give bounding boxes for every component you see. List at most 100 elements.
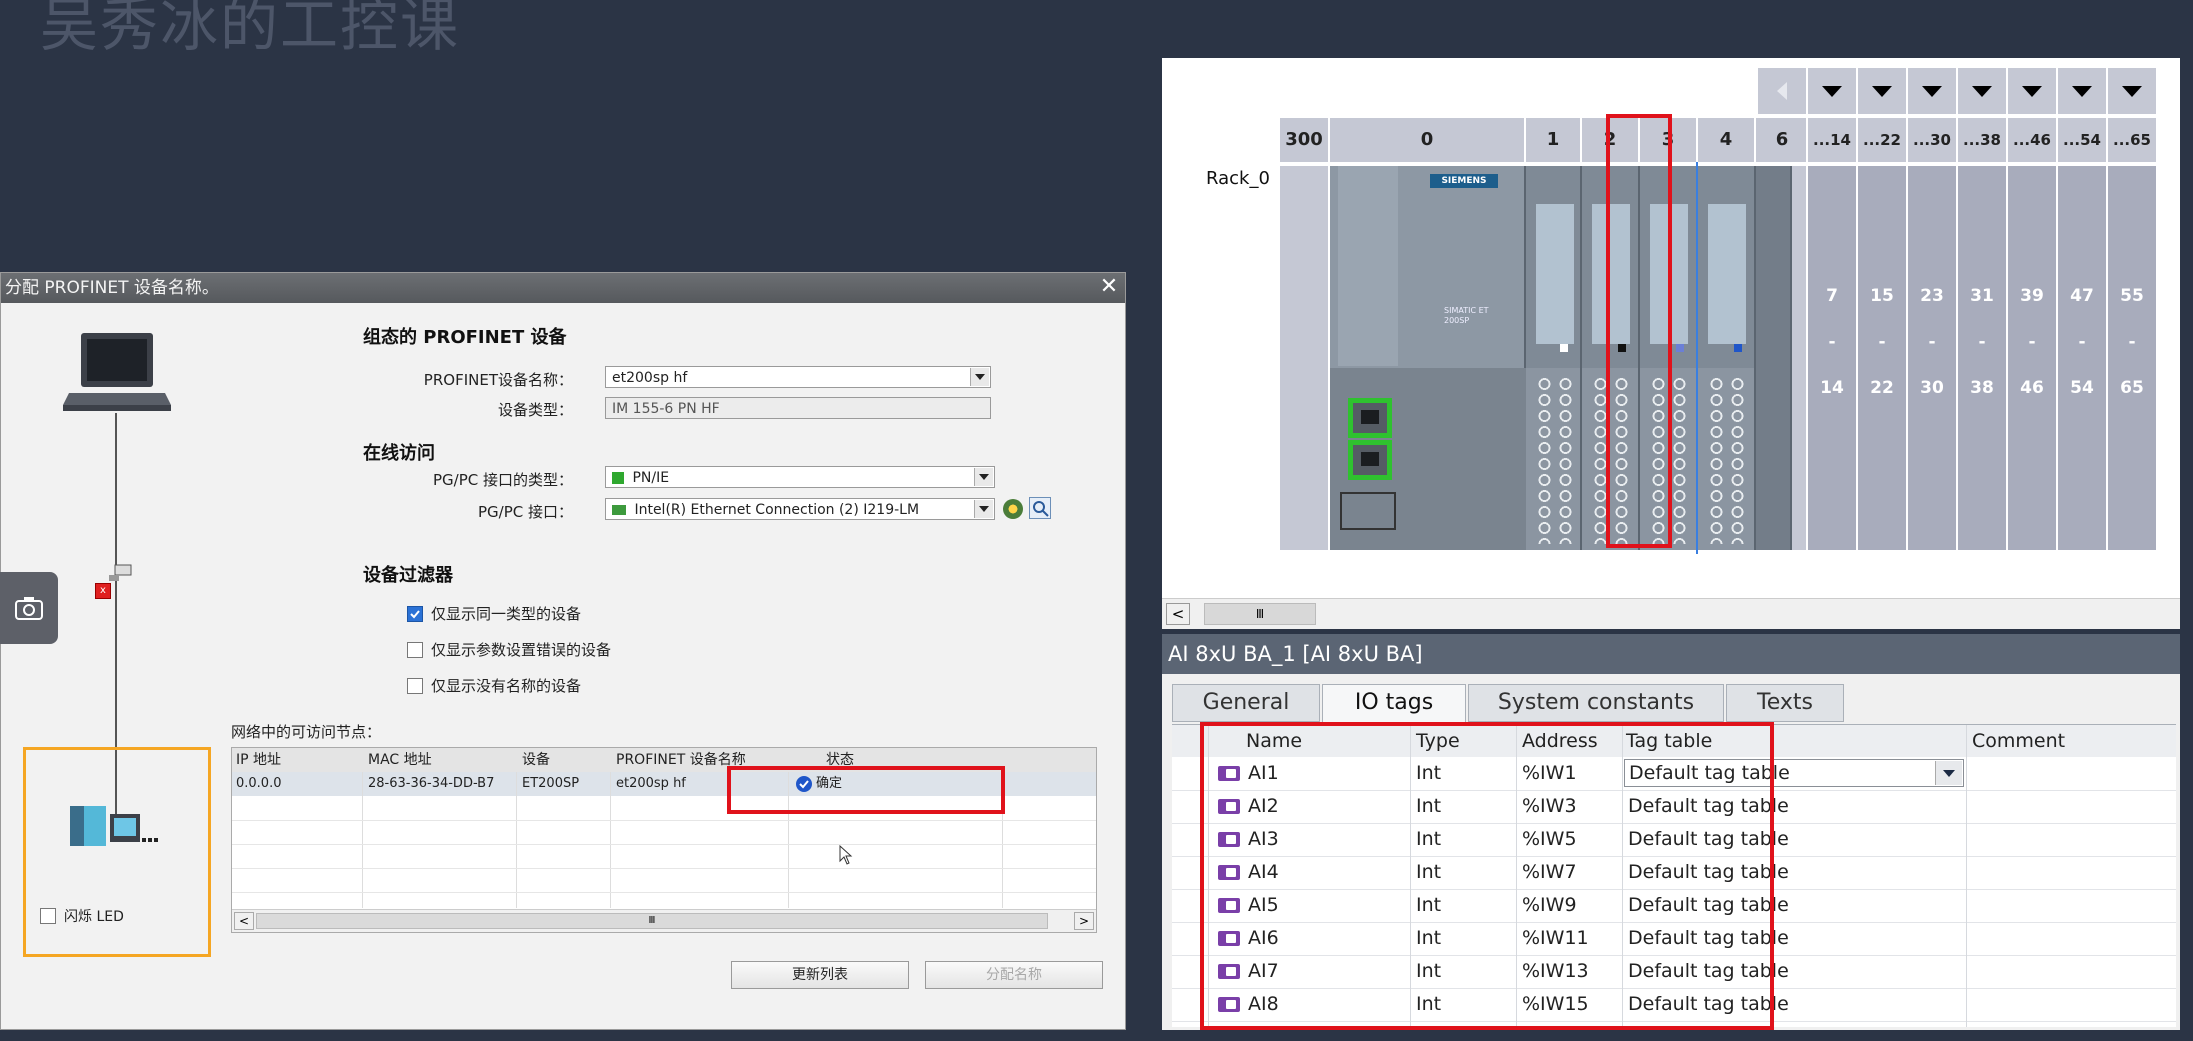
scroll-thumb[interactable]: Ⅲ — [1204, 603, 1316, 625]
tag-name[interactable]: AI5 — [1248, 889, 1279, 921]
scroll-left-icon[interactable]: < — [1166, 603, 1190, 625]
slot-header[interactable]: 1 — [1526, 118, 1582, 162]
tag-name[interactable]: AI4 — [1248, 856, 1279, 888]
properties-icon[interactable] — [1003, 499, 1023, 519]
tag-name[interactable]: AI3 — [1248, 823, 1279, 855]
tag-address[interactable]: %IW9 — [1522, 889, 1577, 921]
tag-address[interactable]: %IW13 — [1522, 955, 1589, 987]
pgpc-type-select[interactable]: PN/IE — [605, 466, 995, 488]
tag-address[interactable]: %IW1 — [1522, 757, 1577, 789]
slot-header[interactable]: ...46 — [2008, 118, 2058, 162]
empty-slot-group[interactable]: 39-46 — [2008, 166, 2058, 550]
tab-general[interactable]: General — [1172, 684, 1320, 722]
tag-table-value[interactable]: Default tag table — [1628, 823, 1789, 855]
filter-same-type-row[interactable]: 仅显示同一类型的设备 — [407, 603, 581, 624]
rack-horizontal-scrollbar[interactable]: < Ⅲ — [1162, 598, 2180, 629]
table-row[interactable]: AI5 Int %IW9 Default tag table — [1172, 889, 2176, 923]
slot-header[interactable]: 2 — [1582, 118, 1640, 162]
slot-header[interactable]: 0 — [1330, 118, 1526, 162]
nodes-horizontal-scrollbar[interactable]: < Ⅲ > — [232, 909, 1096, 932]
slot-header[interactable]: 4 — [1698, 118, 1756, 162]
empty-slot-group[interactable]: 15-22 — [1858, 166, 1908, 550]
device-name-field[interactable]: et200sp hf — [605, 366, 991, 388]
tag-address[interactable]: %IW11 — [1522, 922, 1589, 954]
expand-slot-button[interactable] — [1858, 68, 1908, 114]
tag-address[interactable]: %IW5 — [1522, 823, 1577, 855]
empty-slot-group[interactable]: 31-38 — [1958, 166, 2008, 550]
tag-type[interactable]: Int — [1416, 757, 1441, 789]
filter-no-name-checkbox[interactable] — [407, 677, 423, 694]
search-icon[interactable] — [1029, 497, 1051, 519]
filter-param-error-checkbox[interactable] — [407, 641, 423, 658]
tag-name[interactable]: AI2 — [1248, 790, 1279, 822]
tag-table-value[interactable]: Default tag table — [1628, 955, 1789, 987]
flash-led-checkbox-row[interactable]: 闪烁 LED — [40, 906, 124, 926]
table-row[interactable]: AI2 Int %IW3 Default tag table — [1172, 790, 2176, 824]
tag-table-value[interactable]: Default tag table — [1628, 988, 1789, 1020]
table-row[interactable]: AI3 Int %IW5 Default tag table — [1172, 823, 2176, 857]
close-icon[interactable]: ✕ — [1097, 275, 1121, 299]
slot-header[interactable]: ...65 — [2108, 118, 2158, 162]
tag-name[interactable]: AI6 — [1248, 922, 1279, 954]
tag-type[interactable]: Int — [1416, 889, 1441, 921]
scroll-right-icon[interactable]: > — [1074, 912, 1094, 930]
slot-header[interactable]: 6 — [1758, 118, 1808, 162]
scroll-thumb[interactable]: Ⅲ — [256, 913, 1048, 929]
tag-type[interactable]: Int — [1416, 988, 1441, 1020]
chevron-down-icon[interactable] — [970, 368, 989, 386]
tab-system-constants[interactable]: System constants — [1468, 684, 1724, 722]
tag-name[interactable]: AI8 — [1248, 988, 1279, 1020]
slot-header[interactable]: ...54 — [2058, 118, 2108, 162]
rack-scroll-left-button[interactable] — [1758, 68, 1808, 114]
tag-name[interactable]: AI1 — [1248, 757, 1279, 789]
io-module-slot-1[interactable] — [1526, 166, 1582, 550]
empty-slot-group[interactable]: 55-65 — [2108, 166, 2158, 550]
table-row[interactable]: AI7 Int %IW13 Default tag table — [1172, 955, 2176, 989]
expand-slot-button[interactable] — [2108, 68, 2158, 114]
tag-table-select[interactable]: Default tag table — [1624, 759, 1964, 787]
expand-slot-button[interactable] — [2008, 68, 2058, 114]
io-module-slot-2[interactable] — [1582, 166, 1640, 550]
camera-button[interactable] — [0, 572, 58, 644]
slot-header[interactable]: 3 — [1640, 118, 1698, 162]
table-row[interactable]: AI4 Int %IW7 Default tag table — [1172, 856, 2176, 890]
table-row[interactable]: AI1 Int %IW1 Default tag table — [1172, 757, 2176, 791]
slot-header[interactable]: ...14 — [1808, 118, 1858, 162]
tag-address[interactable]: %IW15 — [1522, 988, 1589, 1020]
empty-slot-group[interactable]: 47-54 — [2058, 166, 2108, 550]
filter-no-name-row[interactable]: 仅显示没有名称的设备 — [407, 675, 581, 696]
tag-name[interactable]: AI7 — [1248, 955, 1279, 987]
tag-type[interactable]: Int — [1416, 922, 1441, 954]
chevron-down-icon[interactable] — [974, 468, 993, 486]
slot-300-rail[interactable] — [1280, 166, 1330, 550]
io-module-slot-3-ai-8xu[interactable] — [1640, 162, 1698, 554]
tag-type[interactable]: Int — [1416, 790, 1441, 822]
tag-type[interactable]: Int — [1416, 955, 1441, 987]
pgpc-iface-select[interactable]: Intel(R) Ethernet Connection (2) I219-LM — [605, 498, 995, 520]
assign-name-button[interactable]: 分配名称 — [925, 961, 1103, 989]
slot-header[interactable]: 300 — [1280, 118, 1330, 162]
interface-module[interactable]: SIEMENS SIMATIC ET 200SP — [1330, 166, 1526, 550]
expand-slot-button[interactable] — [2058, 68, 2108, 114]
expand-slot-button[interactable] — [1908, 68, 1958, 114]
slot-header[interactable]: ...38 — [1958, 118, 2008, 162]
table-row[interactable]: AI6 Int %IW11 Default tag table — [1172, 922, 2176, 956]
filter-param-error-row[interactable]: 仅显示参数设置错误的设备 — [407, 639, 611, 660]
tab-io-tags[interactable]: IO tags — [1322, 684, 1466, 722]
tag-table-value[interactable]: Default tag table — [1628, 856, 1789, 888]
empty-slot-group[interactable]: 7-14 — [1808, 166, 1858, 550]
server-module-slot-5[interactable] — [1756, 166, 1792, 550]
tag-address[interactable]: %IW3 — [1522, 790, 1577, 822]
chevron-down-icon[interactable] — [1935, 761, 1962, 785]
expand-slot-button[interactable] — [1808, 68, 1858, 114]
tag-table-value[interactable]: Default tag table — [1628, 790, 1789, 822]
tag-address[interactable]: %IW7 — [1522, 856, 1577, 888]
refresh-list-button[interactable]: 更新列表 — [731, 961, 909, 989]
chevron-down-icon[interactable] — [974, 500, 993, 518]
slot-6-empty[interactable] — [1792, 166, 1808, 550]
slot-header[interactable]: ...30 — [1908, 118, 1958, 162]
flash-led-checkbox[interactable] — [40, 908, 56, 924]
tab-texts[interactable]: Texts — [1726, 684, 1844, 722]
slot-header[interactable]: ...22 — [1858, 118, 1908, 162]
expand-slot-button[interactable] — [1958, 68, 2008, 114]
